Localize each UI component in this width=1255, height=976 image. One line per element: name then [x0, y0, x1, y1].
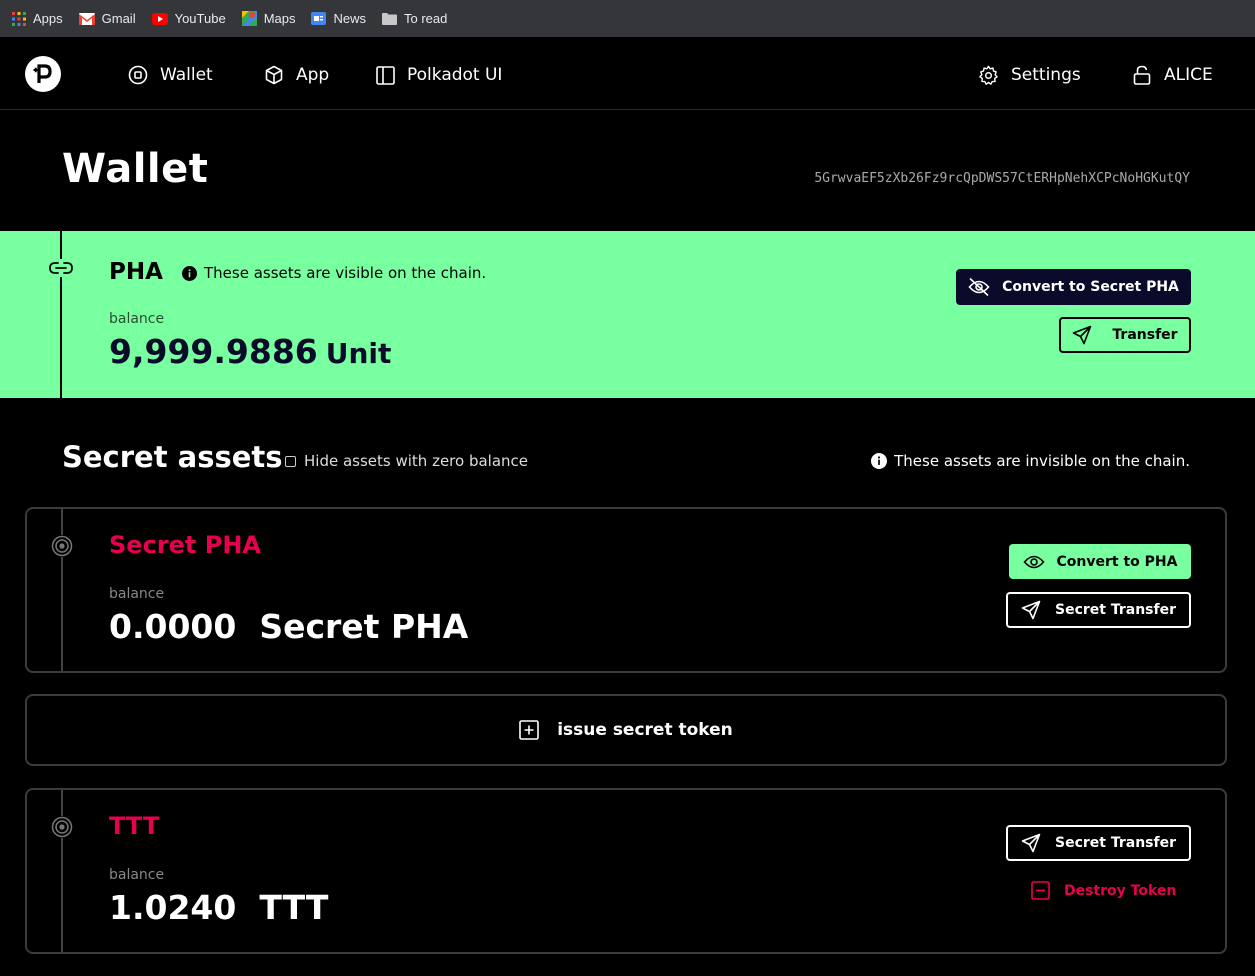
asset-name: Secret PHA: [109, 531, 261, 559]
account-name: ALICE: [1164, 65, 1213, 85]
pha-asset-panel: PHA These assets are visible on the chai…: [0, 231, 1255, 398]
nav-wallet[interactable]: Wallet: [128, 61, 213, 89]
target-icon: [51, 816, 73, 838]
pha-note-text: These assets are visible on the chain.: [204, 264, 487, 282]
pha-balance: 9,999.9886 Unit: [109, 332, 391, 371]
issue-secret-token-button[interactable]: issue secret token: [25, 694, 1227, 766]
link-icon: [48, 259, 74, 277]
maps-icon: [241, 11, 257, 26]
top-nav: Wallet App Polkadot UI Settings ALICE: [0, 37, 1255, 110]
info-icon: [182, 265, 197, 281]
pha-balance-value: 9,999.9886: [109, 332, 318, 371]
bookmark-gmail[interactable]: Gmail: [78, 11, 136, 26]
target-icon: [51, 535, 73, 557]
page-title: Wallet: [62, 146, 209, 192]
nav-polkadot-ui[interactable]: Polkadot UI: [376, 61, 502, 89]
hide-zero-checkbox[interactable]: [285, 455, 296, 467]
secret-transfer-label: Secret Transfer: [1055, 602, 1176, 618]
secret-transfer-button[interactable]: Secret Transfer: [1006, 825, 1191, 861]
eye-off-icon: [968, 277, 990, 297]
send-icon: [1073, 325, 1092, 345]
eye-icon: [1022, 555, 1045, 568]
secret-visibility-note: These assets are invisible on the chain.: [871, 452, 1190, 470]
send-icon: [1021, 600, 1041, 620]
issue-secret-token-label: issue secret token: [557, 720, 733, 740]
bookmark-apps[interactable]: Apps: [12, 11, 63, 26]
folder-icon: [382, 12, 397, 25]
asset-name: TTT: [109, 812, 160, 840]
minus-square-icon: [1031, 881, 1050, 900]
convert-to-secret-pha-label: Convert to Secret PHA: [1002, 279, 1179, 295]
secret-transfer-label: Secret Transfer: [1055, 835, 1176, 851]
bookmark-label: News: [333, 11, 366, 26]
balance-value: 0.0000 Secret PHA: [109, 607, 469, 646]
sidebar-layout-icon: [376, 65, 395, 85]
convert-to-secret-pha-button[interactable]: Convert to Secret PHA: [956, 269, 1191, 305]
balance-label: balance: [109, 586, 165, 602]
bookmark-label: Gmail: [101, 11, 136, 26]
timeline-line: [61, 790, 63, 952]
bookmark-label: To read: [404, 11, 448, 26]
destroy-token-button[interactable]: Destroy Token: [1031, 881, 1176, 900]
youtube-icon: [151, 12, 168, 25]
apps-grid-icon: [12, 11, 26, 26]
bookmark-label: Apps: [33, 11, 63, 26]
nav-settings[interactable]: Settings: [978, 61, 1081, 89]
ttt-card: TTT balance 1.0240 TTT Secret Transfer: [25, 788, 1227, 954]
timeline-line: [60, 231, 62, 398]
plus-square-icon: [519, 720, 540, 740]
secret-pha-card: Secret PHA balance 0.0000 Secret PHA Con…: [25, 507, 1227, 673]
account-button[interactable]: ALICE: [1132, 61, 1213, 89]
secret-transfer-button[interactable]: Secret Transfer: [1006, 592, 1191, 628]
news-icon: [311, 12, 327, 25]
transfer-button[interactable]: Transfer: [1059, 317, 1191, 353]
wallet-address: 5GrwvaEF5zXb26Fz9rcQpDWS57CtERHpNehXCPcN…: [814, 171, 1190, 186]
bookmarks-bar: Apps Gmail YouTube Maps News To read: [0, 0, 1255, 37]
timeline-line: [61, 509, 63, 671]
logo-icon: [33, 64, 52, 83]
bookmark-news[interactable]: News: [311, 11, 366, 26]
pha-asset-name: PHA: [109, 259, 163, 285]
transfer-label: Transfer: [1112, 327, 1178, 343]
destroy-token-label: Destroy Token: [1064, 882, 1177, 899]
convert-to-pha-button[interactable]: Convert to PHA: [1009, 544, 1191, 579]
hide-zero-label: Hide assets with zero balance: [304, 452, 529, 470]
gmail-icon: [78, 12, 95, 25]
secret-assets-title: Secret assets: [62, 440, 283, 474]
bookmark-label: Maps: [263, 11, 296, 26]
bookmark-maps[interactable]: Maps: [241, 11, 296, 26]
send-icon: [1021, 833, 1041, 853]
nav-app[interactable]: App: [264, 61, 329, 89]
pha-balance-unit: Unit: [325, 337, 392, 370]
info-icon: [871, 453, 888, 469]
nav-polkadot-ui-label: Polkadot UI: [407, 65, 503, 85]
secret-note-text: These assets are invisible on the chain.: [894, 452, 1190, 470]
cube-icon: [265, 65, 283, 85]
pha-visibility-note: These assets are visible on the chain.: [182, 264, 486, 282]
balance-label: balance: [109, 867, 165, 883]
bookmark-youtube[interactable]: YouTube: [151, 11, 226, 26]
phala-logo[interactable]: [25, 56, 61, 92]
convert-to-pha-label: Convert to PHA: [1056, 553, 1178, 570]
balance-value: 1.0240 TTT: [109, 888, 329, 927]
hide-zero-balance-toggle[interactable]: Hide assets with zero balance: [285, 452, 528, 470]
unlock-icon: [1133, 65, 1151, 85]
bookmark-label: YouTube: [174, 11, 226, 26]
gear-icon: [979, 65, 998, 85]
wallet-icon: [128, 65, 148, 85]
pha-balance-label: balance: [109, 311, 165, 327]
nav-wallet-label: Wallet: [160, 65, 213, 85]
bookmark-to-read[interactable]: To read: [382, 11, 447, 26]
nav-app-label: App: [296, 65, 330, 85]
nav-settings-label: Settings: [1011, 65, 1081, 85]
